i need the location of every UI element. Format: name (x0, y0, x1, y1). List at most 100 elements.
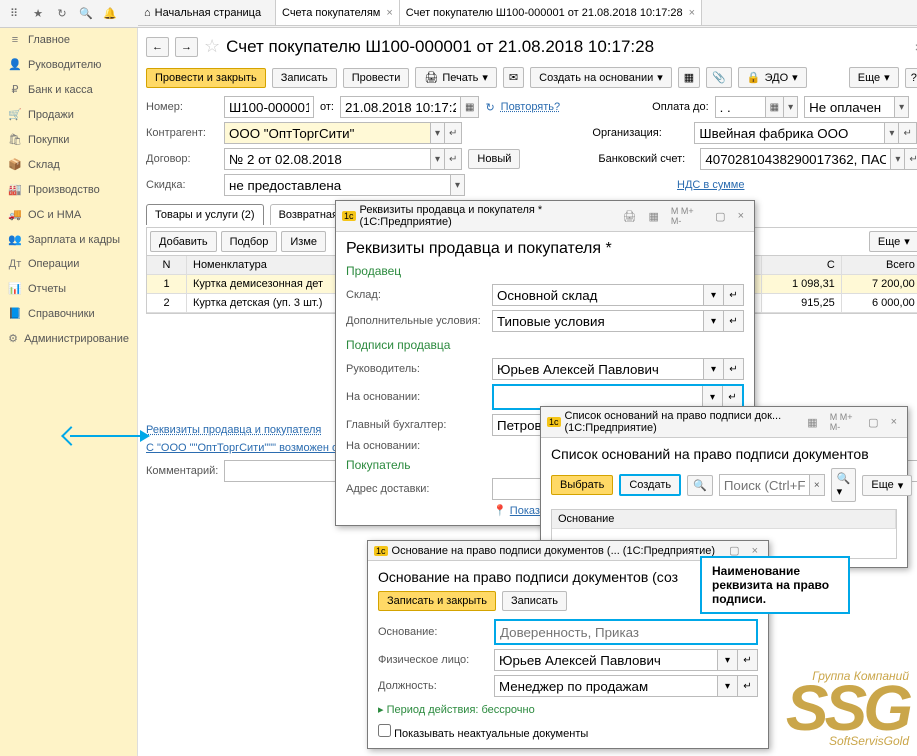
repeat-link[interactable]: Повторять? (501, 101, 561, 113)
sidebar-item-main[interactable]: ≡Главное (0, 28, 137, 52)
open-icon[interactable]: ↵ (724, 284, 744, 306)
calc-icon[interactable]: ▦ (644, 210, 662, 223)
create-based-button[interactable]: Создать на основании▾ (530, 67, 672, 88)
print-icon[interactable]: 🖨 (619, 210, 641, 223)
search-input[interactable] (719, 474, 809, 496)
pay-status-input[interactable] (804, 96, 894, 118)
sidebar-item-reports[interactable]: 📊Отчеты (0, 276, 137, 301)
add-button[interactable]: Добавить (150, 231, 217, 252)
dropdown-icon[interactable]: ▾ (430, 148, 444, 170)
basis-input[interactable] (494, 386, 702, 408)
sidebar-item-operations[interactable]: ДтОперации (0, 252, 137, 276)
open-icon[interactable]: ↵ (738, 649, 758, 671)
change-button[interactable]: Изме (281, 231, 326, 252)
dialog-titlebar[interactable]: 1c Список оснований на право подписи док… (541, 407, 907, 438)
dropdown-icon[interactable]: ▾ (450, 174, 465, 196)
favorite-star-icon[interactable]: ☆ (204, 36, 220, 57)
contract-input[interactable] (224, 148, 430, 170)
sidebar-item-hr[interactable]: 👥Зарплата и кадры (0, 227, 137, 252)
sidebar-item-admin[interactable]: ⚙Администрирование (0, 326, 137, 351)
star-icon[interactable]: ★ (28, 4, 48, 24)
open-icon[interactable]: ↵ (738, 675, 758, 697)
select-button[interactable]: Подбор (221, 231, 278, 252)
new-contract-button[interactable]: Новый (468, 149, 520, 169)
position-input[interactable] (494, 675, 718, 697)
m-icon[interactable]: M M+ M- (826, 412, 860, 432)
leader-input[interactable] (492, 358, 704, 380)
edo-button[interactable]: 🔒ЭДО▾ (738, 67, 807, 88)
add-cond-input[interactable] (492, 310, 704, 332)
help-button[interactable]: ? (905, 68, 917, 88)
close-icon[interactable]: × (734, 210, 748, 222)
tab-invoice-document[interactable]: Счет покупателю Ш100-000001 от 21.08.201… (400, 0, 702, 25)
repeat-icon[interactable]: ↻ (485, 101, 494, 114)
save-button[interactable]: Записать (272, 68, 337, 88)
bell-icon[interactable]: 🔔 (100, 4, 120, 24)
forward-button[interactable]: → (175, 37, 198, 57)
dropdown-icon[interactable]: ▾ (704, 358, 724, 380)
warehouse-input[interactable] (492, 284, 704, 306)
minimize-icon[interactable]: ▢ (711, 210, 729, 223)
open-icon[interactable]: ↵ (904, 148, 917, 170)
org-input[interactable] (694, 122, 884, 144)
sidebar-item-catalogs[interactable]: 📘Справочники (0, 301, 137, 326)
open-icon[interactable]: ↵ (724, 310, 744, 332)
clear-icon[interactable]: × (809, 474, 825, 496)
date-input[interactable] (340, 96, 460, 118)
open-icon[interactable]: ↵ (898, 122, 916, 144)
attach-icon[interactable]: 📎 (706, 67, 732, 88)
pay-until-input[interactable] (715, 96, 765, 118)
dropdown-icon[interactable]: ▾ (430, 122, 444, 144)
contragent-input[interactable] (224, 122, 430, 144)
dropdown-icon[interactable]: ▾ (718, 649, 738, 671)
select-button[interactable]: Выбрать (551, 475, 613, 495)
dropdown-icon[interactable]: ▾ (718, 675, 738, 697)
create-button[interactable]: Создать (619, 474, 681, 496)
open-icon[interactable]: ↵ (444, 122, 462, 144)
period-link[interactable]: Период действия: бессрочно (387, 704, 535, 716)
person-input[interactable] (494, 649, 718, 671)
nds-link[interactable]: НДС в сумме (677, 179, 744, 191)
more-button[interactable]: Еще▾ (862, 475, 912, 496)
sidebar-item-warehouse[interactable]: 📦Склад (0, 152, 137, 177)
dropdown-icon[interactable]: ▾ (894, 96, 909, 118)
post-and-close-button[interactable]: Провести и закрыть (146, 68, 266, 88)
dropdown-icon[interactable]: ▾ (702, 386, 722, 408)
sidebar-item-sales[interactable]: 🛒Продажи (0, 102, 137, 127)
show-inactive-checkbox[interactable] (378, 724, 391, 737)
dropdown-icon[interactable]: ▾ (890, 148, 904, 170)
more-button[interactable]: Еще▾ (849, 67, 899, 88)
sidebar-item-purchases[interactable]: 🛍Покупки (0, 127, 137, 152)
m-icon[interactable]: M M+ M- (667, 206, 707, 226)
history-icon[interactable]: ↻ (52, 4, 72, 24)
minimize-icon[interactable]: ▢ (864, 416, 882, 429)
find-button[interactable]: 🔍 (687, 475, 713, 496)
dropdown-icon[interactable]: ▾ (704, 310, 724, 332)
open-icon[interactable]: ↵ (444, 148, 462, 170)
dialog-titlebar[interactable]: 1c Реквизиты продавца и покупателя * (1С… (336, 201, 754, 232)
sidebar-item-bank[interactable]: ₽Банк и касса (0, 77, 137, 102)
calc-icon[interactable]: ▦ (803, 416, 821, 429)
sidebar-item-production[interactable]: 🏭Производство (0, 177, 137, 202)
calendar-icon[interactable]: ▦ (460, 96, 479, 118)
close-icon[interactable]: × (689, 7, 695, 19)
register-icon[interactable]: ▦ (678, 67, 700, 88)
save-button[interactable]: Записать (502, 591, 567, 611)
find-button[interactable]: 🔍▾ (831, 468, 857, 502)
post-button[interactable]: Провести (343, 68, 410, 88)
number-input[interactable] (224, 96, 314, 118)
close-icon[interactable]: × (386, 7, 392, 19)
requisites-link[interactable]: Реквизиты продавца и покупателя (146, 424, 321, 436)
more-button[interactable]: Еще▾ (869, 231, 917, 252)
exchange-link[interactable]: С "ООО ""ОптТоргСити""" возможен обмен (146, 442, 364, 454)
expand-icon[interactable]: ▸ (378, 704, 384, 716)
calendar-icon[interactable]: ▦ (765, 96, 783, 118)
save-close-button[interactable]: Записать и закрыть (378, 591, 496, 611)
tab-home[interactable]: ⌂Начальная страница (138, 0, 276, 25)
email-button[interactable]: ✉ (503, 67, 524, 88)
close-icon[interactable]: × (887, 416, 901, 428)
discount-input[interactable] (224, 174, 450, 196)
dropdown-icon[interactable]: ▾ (783, 96, 798, 118)
print-button[interactable]: 🖨Печать▾ (415, 67, 497, 88)
tab-goods[interactable]: Товары и услуги (2) (146, 204, 264, 225)
